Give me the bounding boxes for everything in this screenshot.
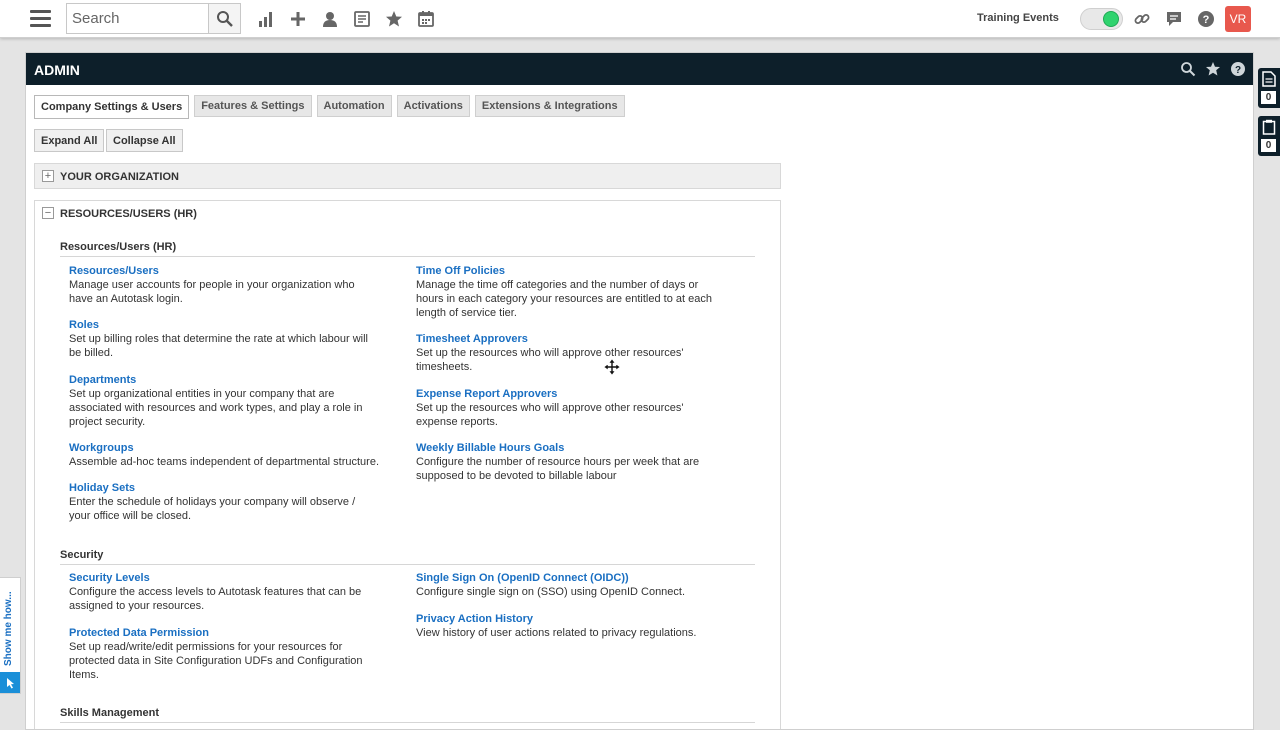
svg-text:?: ? (1235, 65, 1241, 76)
svg-text:?: ? (1203, 14, 1210, 26)
tab-company-settings-users[interactable]: Company Settings & Users (34, 95, 190, 119)
list-item: Resources/Users Manage user accounts for… (69, 264, 379, 306)
top-bar: Training Events ? VR (0, 0, 1280, 38)
item-description: Manage user accounts for people in your … (69, 279, 355, 305)
item-description: Assemble ad-hoc teams independent of dep… (69, 456, 380, 468)
collapse-all-button[interactable]: Collapse All (106, 129, 183, 152)
training-events-toggle[interactable] (1080, 8, 1123, 30)
single-sign-on-link[interactable]: Single Sign On (OpenID Connect (OIDC)) (416, 571, 726, 585)
list-item: Weekly Billable Hours Goals Configure th… (416, 441, 726, 483)
side-tool-clipboard[interactable]: 0 (1258, 116, 1280, 156)
group-title-skills-management: Skills Management (60, 707, 160, 719)
toggle-knob (1103, 11, 1119, 27)
tab-automation[interactable]: Automation (316, 95, 392, 117)
section-header-resources-users-hr[interactable]: − RESOURCES/USERS (HR) (35, 201, 780, 226)
section-title: YOUR ORGANIZATION (60, 171, 179, 183)
expense-report-approvers-link[interactable]: Expense Report Approvers (416, 387, 726, 401)
section-title: RESOURCES/USERS (HR) (60, 208, 197, 220)
list-item: Security Levels Configure the access lev… (69, 571, 379, 613)
item-description: Configure single sign on (SSO) using Ope… (416, 586, 686, 598)
security-levels-link[interactable]: Security Levels (69, 571, 379, 585)
item-description: Manage the time off categories and the n… (416, 279, 712, 319)
admin-panel: ADMIN ? Company Settings & Users Feature… (25, 52, 1254, 730)
chat-icon[interactable] (1164, 9, 1184, 29)
menu-icon[interactable] (30, 10, 51, 27)
admin-tabs: Company Settings & Users Features & Sett… (34, 95, 630, 119)
clipboard-count: 0 (1261, 139, 1276, 152)
collapse-icon[interactable]: − (42, 207, 54, 219)
show-me-how-label: Show me how... (3, 591, 14, 666)
item-description: Set up organizational entities in your c… (69, 388, 363, 428)
link-icon[interactable] (1132, 9, 1152, 29)
admin-help-icon[interactable]: ? (1230, 61, 1246, 77)
list-item: Holiday Sets Enter the schedule of holid… (69, 481, 379, 523)
user-icon[interactable] (320, 9, 340, 29)
search-icon (216, 10, 233, 27)
list-item: Protected Data Permission Set up read/wr… (69, 626, 379, 682)
list-item: Time Off Policies Manage the time off ca… (416, 264, 726, 320)
list-item: Privacy Action History View history of u… (416, 612, 726, 640)
resources-users-link[interactable]: Resources/Users (69, 264, 379, 278)
holiday-sets-link[interactable]: Holiday Sets (69, 481, 379, 495)
protected-data-permission-link[interactable]: Protected Data Permission (69, 626, 379, 640)
section-your-organization: + YOUR ORGANIZATION (34, 163, 781, 189)
favorites-icon[interactable] (384, 9, 404, 29)
expand-icon[interactable]: + (42, 170, 54, 182)
global-search (66, 3, 241, 34)
item-description: Set up read/write/edit permissions for y… (69, 641, 363, 681)
item-description: View history of user actions related to … (416, 627, 697, 639)
admin-header: ADMIN ? (26, 53, 1253, 85)
calendar-icon[interactable] (416, 9, 436, 29)
clipboard-icon (1262, 119, 1276, 135)
search-button[interactable] (208, 4, 240, 33)
divider (60, 564, 755, 565)
item-description: Set up the resources who will approve ot… (416, 347, 684, 373)
page-title: ADMIN (34, 62, 80, 78)
help-icon[interactable]: ? (1196, 9, 1216, 29)
item-description: Set up the resources who will approve ot… (416, 402, 684, 428)
privacy-action-history-link[interactable]: Privacy Action History (416, 612, 726, 626)
group-title-resources-users: Resources/Users (HR) (60, 241, 177, 253)
admin-star-icon[interactable] (1205, 61, 1221, 77)
weekly-billable-hours-goals-link[interactable]: Weekly Billable Hours Goals (416, 441, 726, 455)
expand-all-button[interactable]: Expand All (34, 129, 105, 152)
list-item: Workgroups Assemble ad-hoc teams indepen… (69, 441, 379, 469)
admin-search-icon[interactable] (1180, 61, 1196, 77)
divider (60, 722, 755, 723)
tab-extensions-integrations[interactable]: Extensions & Integrations (474, 95, 625, 117)
item-description: Set up billing roles that determine the … (69, 333, 368, 359)
time-off-policies-link[interactable]: Time Off Policies (416, 264, 726, 278)
timesheet-icon[interactable] (352, 9, 372, 29)
avatar[interactable]: VR (1225, 6, 1251, 32)
roles-link[interactable]: Roles (69, 318, 379, 332)
departments-link[interactable]: Departments (69, 373, 379, 387)
item-description: Configure the number of resource hours p… (416, 456, 700, 482)
timesheet-approvers-link[interactable]: Timesheet Approvers (416, 332, 726, 346)
document-icon (1262, 71, 1276, 87)
workgroups-link[interactable]: Workgroups (69, 441, 379, 455)
walkthrough-icon[interactable] (0, 672, 20, 693)
list-item: Timesheet Approvers Set up the resources… (416, 332, 726, 374)
show-me-how-tab[interactable]: Show me how... (0, 577, 21, 694)
item-description: Configure the access levels to Autotask … (69, 586, 362, 612)
item-description: Enter the schedule of holidays your comp… (69, 496, 356, 522)
document-count: 0 (1261, 91, 1276, 104)
section-header-your-organization[interactable]: + YOUR ORGANIZATION (35, 164, 780, 189)
list-item: Single Sign On (OpenID Connect (OIDC)) C… (416, 571, 726, 599)
search-input[interactable] (67, 4, 209, 33)
reports-icon[interactable] (256, 9, 276, 29)
divider (60, 256, 755, 257)
group-title-security: Security (60, 549, 104, 561)
tab-features-settings[interactable]: Features & Settings (194, 95, 312, 117)
tab-activations[interactable]: Activations (396, 95, 470, 117)
side-tool-document[interactable]: 0 (1258, 68, 1280, 108)
add-icon[interactable] (288, 9, 308, 29)
move-cursor-icon (604, 359, 620, 375)
training-events-label: Training Events (977, 12, 1059, 24)
list-item: Roles Set up billing roles that determin… (69, 318, 379, 360)
list-item: Expense Report Approvers Set up the reso… (416, 387, 726, 429)
list-item: Departments Set up organizational entiti… (69, 373, 379, 429)
